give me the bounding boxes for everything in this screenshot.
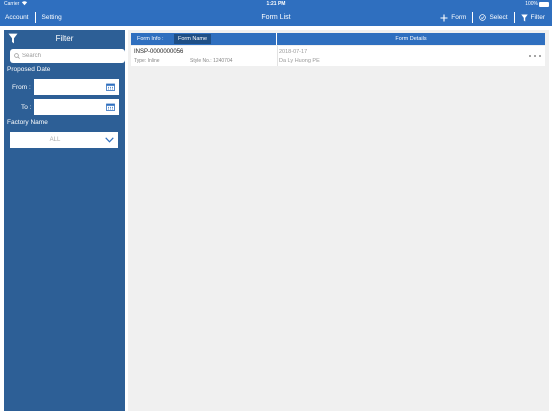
filter-panel: Filter Proposed Date From : To : Factory… <box>4 30 125 411</box>
table-row[interactable]: INSP-0000000056 Type: Inline Style No.: … <box>131 46 545 66</box>
tab-form-name[interactable]: Form Name <box>174 34 212 44</box>
search-input[interactable] <box>22 50 122 62</box>
funnel-icon <box>520 14 528 21</box>
to-date-field[interactable] <box>34 99 119 115</box>
nav-left-group: Account Setting <box>5 9 62 26</box>
nav-right-group: Form Select Filter <box>440 9 545 26</box>
filter-panel-title: Filter <box>55 34 74 43</box>
check-circle-icon <box>479 14 487 21</box>
tab-form-info[interactable]: Form Info : <box>134 33 167 45</box>
search-box[interactable] <box>10 49 125 63</box>
more-options-icon[interactable] <box>528 51 542 61</box>
proposed-date-label: Proposed Date <box>7 66 51 73</box>
status-bar: Carrier 1:21 PM 100% <box>0 0 552 9</box>
form-date: 2018-07-17 <box>279 49 308 55</box>
filter-button[interactable]: Filter <box>520 9 545 26</box>
factory-name-label: Factory Name <box>7 119 48 126</box>
select-button[interactable]: Select <box>479 9 508 26</box>
factory-name: Da Ly Huong PE <box>279 58 320 64</box>
filter-label: Filter <box>530 14 545 21</box>
calendar-icon[interactable] <box>106 83 115 91</box>
form-type: Type: Inline <box>134 58 160 64</box>
to-label: To : <box>21 104 32 111</box>
style-number: Style No.: 1240704 <box>190 58 233 64</box>
setting-button[interactable]: Setting <box>42 9 62 26</box>
select-label: Select <box>489 14 508 21</box>
battery-icon <box>539 2 549 7</box>
from-label: From : <box>12 84 31 91</box>
nav-divider <box>513 12 515 23</box>
form-number: INSP-0000000056 <box>134 49 184 55</box>
calendar-icon[interactable] <box>106 103 115 111</box>
clock: 1:21 PM <box>266 1 286 7</box>
battery-percent: 100% <box>525 1 538 7</box>
nav-divider <box>34 12 36 23</box>
add-form-label: Form <box>451 14 467 21</box>
form-details-header: Form Details <box>395 36 427 42</box>
navigation-bar: Account Setting Form List Form Select Fi… <box>0 9 552 26</box>
chevron-down-icon <box>105 137 114 143</box>
table-header: Form Info : Form Name Form Details <box>131 33 545 45</box>
add-form-button[interactable]: Form <box>440 9 466 26</box>
search-icon <box>14 53 20 59</box>
form-list-panel: Form Info : Form Name Form Details INSP-… <box>128 30 549 411</box>
nav-divider <box>472 12 474 23</box>
plus-icon <box>440 14 448 21</box>
filter-panel-header: Filter <box>4 30 125 47</box>
from-date-field[interactable] <box>34 79 119 95</box>
factory-name-select[interactable]: ALL <box>10 132 118 148</box>
factory-selected-value: ALL <box>49 137 61 143</box>
column-divider <box>277 46 278 66</box>
account-button[interactable]: Account <box>5 9 29 26</box>
